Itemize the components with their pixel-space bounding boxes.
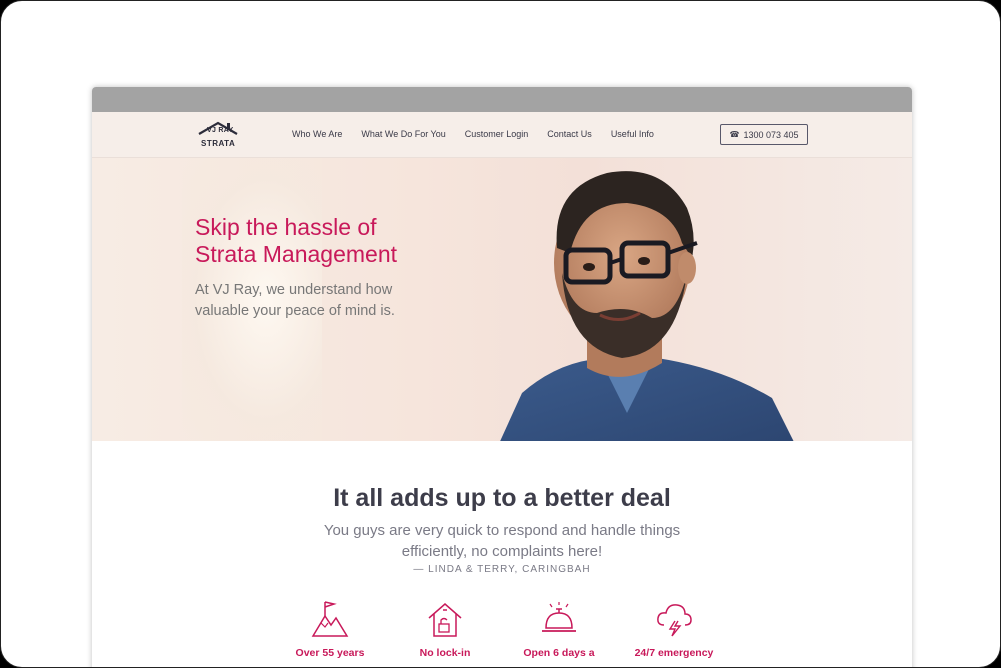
- phone-icon: ☎: [729, 130, 740, 139]
- logo-wordmark-bottom: STRATA: [201, 139, 236, 148]
- hero-subtitle-line2: valuable your peace of mind is.: [195, 303, 395, 319]
- testimonial-line2: efficiently, no complaints here!: [401, 543, 603, 560]
- phone-number: 1300 073 405: [743, 129, 799, 140]
- feature-over-55-years: Over 55 years: [285, 599, 375, 660]
- service-bell-icon: [542, 602, 576, 632]
- site-header: VJ RAY STRATA Who We Are What We Do For …: [92, 112, 912, 158]
- phone-button[interactable]: ☎ 1300 073 405: [720, 124, 808, 145]
- feature-no-lock-in: No lock-in: [400, 599, 490, 660]
- storm-cloud-icon: [657, 604, 692, 637]
- feature-24-7-emergency: 24/7 emergency: [629, 599, 719, 660]
- nav-what-we-do-for-you[interactable]: What We Do For You: [361, 129, 445, 139]
- nav-contact-us[interactable]: Contact Us: [547, 129, 592, 139]
- browser-toolbar: [92, 87, 912, 112]
- testimonial-quote: You guys are very quick to respond and h…: [92, 520, 912, 562]
- feature-open-6-days: Open 6 days a: [514, 599, 604, 660]
- hero-subtitle-line1: At VJ Ray, we understand how: [195, 282, 393, 298]
- browser-window: VJ RAY STRATA Who We Are What We Do For …: [92, 87, 912, 667]
- hero-man-photo: [500, 171, 794, 441]
- mountain-flag-icon: [311, 601, 349, 637]
- nav-customer-login[interactable]: Customer Login: [465, 129, 529, 139]
- testimonial-line1: You guys are very quick to respond and h…: [323, 522, 681, 539]
- main-nav: Who We Are What We Do For You Customer L…: [292, 129, 673, 139]
- hero-banner: Skip the hassle of Strata Management At …: [92, 158, 912, 441]
- feature-label: Open 6 days a: [523, 647, 595, 659]
- hero-subtitle: At VJ Ray, we understand how valuable yo…: [195, 280, 435, 322]
- nav-who-we-are[interactable]: Who We Are: [292, 129, 342, 139]
- house-lock-icon: [428, 603, 462, 637]
- value-section: It all adds up to a better deal You guys…: [92, 441, 912, 667]
- feature-label: 24/7 emergency: [634, 647, 714, 659]
- feature-label: No lock-in: [419, 647, 471, 659]
- feature-label: Over 55 years: [295, 647, 365, 659]
- nav-useful-info[interactable]: Useful Info: [611, 129, 654, 139]
- testimonial-author: — LINDA & TERRY, CARINGBAH: [413, 564, 591, 575]
- device-frame: VJ RAY STRATA Who We Are What We Do For …: [0, 0, 1001, 668]
- section-heading: It all adds up to a better deal: [333, 484, 671, 512]
- logo-wordmark-top: VJ RAY: [207, 127, 234, 134]
- vj-ray-strata-logo[interactable]: VJ RAY STRATA: [197, 120, 239, 150]
